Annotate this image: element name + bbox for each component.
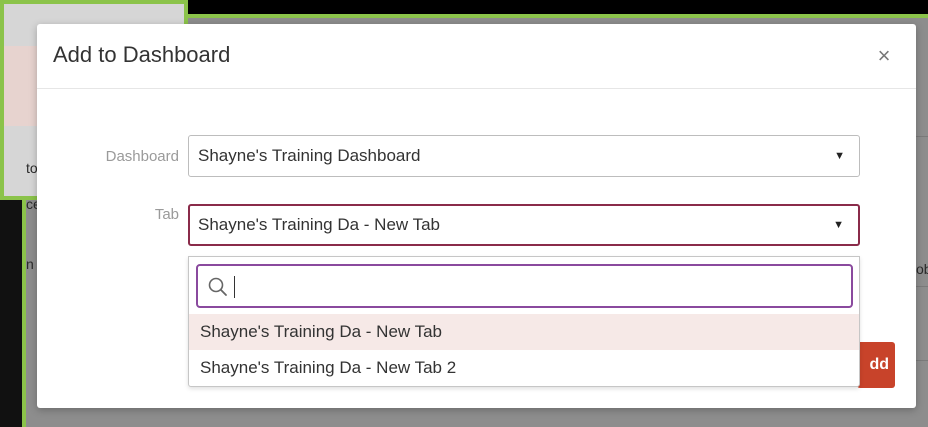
modal-header: Add to Dashboard × <box>37 24 916 89</box>
background-left-strip <box>0 200 22 427</box>
background-text-fragment: ob <box>916 261 928 277</box>
tab-label: Tab <box>154 206 179 223</box>
text-cursor <box>234 276 235 298</box>
caret-down-icon: ▼ <box>833 219 844 231</box>
dashboard-label: Dashboard <box>105 148 179 165</box>
dashboard-select-value: Shayne's Training Dashboard <box>198 146 421 165</box>
tab-select[interactable]: Shayne's Training Da - New Tab ▼ <box>188 204 860 246</box>
dashboard-select[interactable]: Shayne's Training Dashboard ▼ <box>188 135 860 177</box>
background-text-fragment: to <box>26 160 38 176</box>
add-button[interactable]: dd <box>857 342 895 388</box>
tab-dropdown-list: Shayne's Training Da - New Tab Shayne's … <box>188 256 860 387</box>
tab-select-value: Shayne's Training Da - New Tab <box>198 215 441 234</box>
close-icon[interactable]: × <box>872 44 896 68</box>
dropdown-search-input[interactable] <box>232 272 832 300</box>
modal-title: Add to Dashboard <box>53 42 231 67</box>
caret-down-icon: ▼ <box>834 150 845 162</box>
dropdown-option[interactable]: Shayne's Training Da - New Tab <box>189 314 859 350</box>
dropdown-option[interactable]: Shayne's Training Da - New Tab 2 <box>189 350 859 386</box>
dropdown-search-field[interactable] <box>196 264 853 308</box>
search-icon <box>208 277 227 296</box>
